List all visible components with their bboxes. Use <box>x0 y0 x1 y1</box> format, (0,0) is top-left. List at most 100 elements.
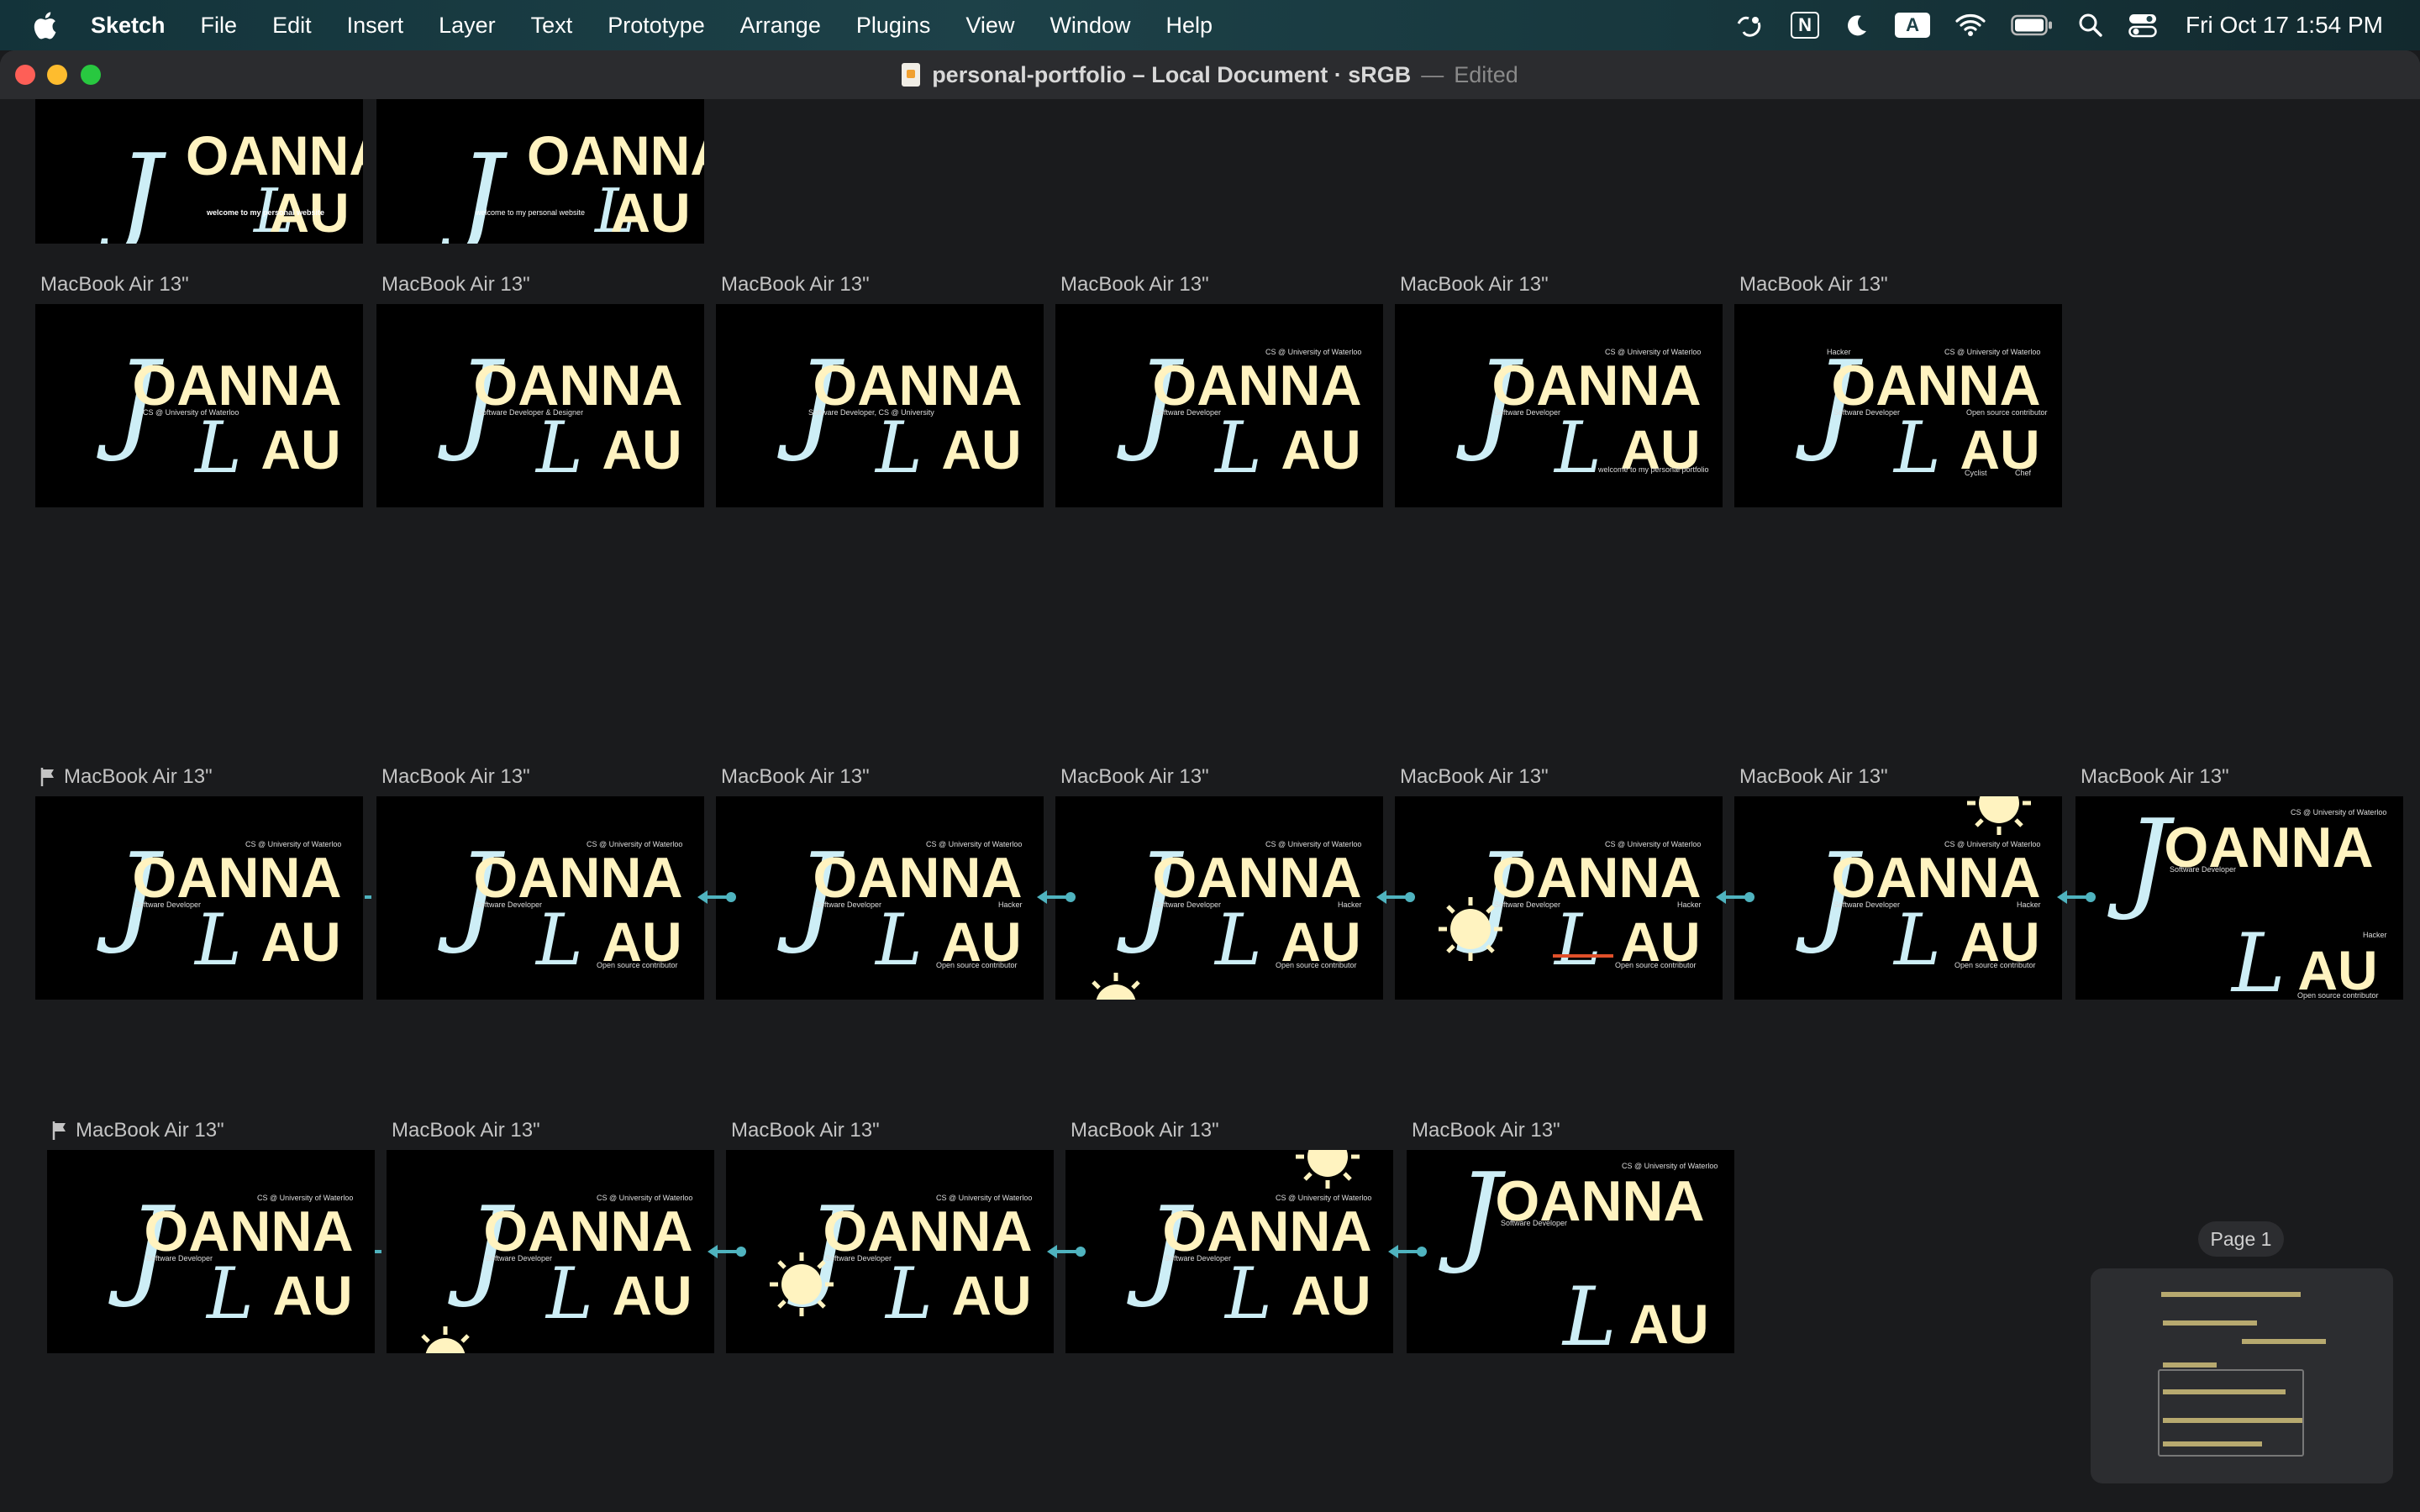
canvas-minimap[interactable] <box>2091 1268 2393 1483</box>
artboard-design: J OANNA L AU CS @ University of Waterloo… <box>1456 337 1709 489</box>
artboard-title: MacBook Air 13" <box>721 273 870 296</box>
design-subtitle: CS @ University of Waterloo <box>143 408 239 417</box>
keyboard-input-icon[interactable]: A <box>1895 13 1931 38</box>
artboard-frame[interactable]: J OANNA L AU Software Developer, CS @ Un… <box>716 304 1044 507</box>
artboard-frame[interactable]: J OANNA L AU CS @ University of Waterloo… <box>47 1150 375 1353</box>
prototype-link[interactable] <box>375 1250 381 1253</box>
artboard-frame[interactable]: J OANNA L AU CS @ University of Waterloo… <box>1395 304 1723 507</box>
minimap-row <box>2161 1292 2301 1297</box>
artboard-frame[interactable]: J OANNA L AU CS @ University of Waterloo… <box>1734 796 2062 1000</box>
artboard-frame[interactable]: OANNA J L AU welcome to my personal webs… <box>35 99 363 244</box>
menu-layer[interactable]: Layer <box>439 13 496 39</box>
artboard-frame[interactable]: J OANNA L AU CS @ University of Waterloo… <box>1395 796 1723 1000</box>
design-letter-j: J <box>99 130 167 244</box>
menu-app-sketch[interactable]: Sketch <box>91 13 166 39</box>
design-tag-cs: CS @ University of Waterloo <box>1265 348 1361 356</box>
artboard-frame[interactable]: J OANNA L AU Hacker CS @ University of W… <box>1734 304 2062 507</box>
artboard-label[interactable]: MacBook Air 13" <box>1071 1118 1219 1143</box>
artboard-label[interactable]: MacBook Air 13" <box>731 1118 880 1143</box>
menu-prototype[interactable]: Prototype <box>608 13 705 39</box>
design-subtitle: welcome to my personal website <box>475 208 585 217</box>
search-icon[interactable] <box>2078 13 2103 38</box>
menu-file[interactable]: File <box>201 13 238 39</box>
menu-help[interactable]: Help <box>1165 13 1213 39</box>
artboard-frame[interactable]: J OANNA L AU CS @ University of Waterloo… <box>387 1150 714 1353</box>
design-tag-welcome: welcome to my personal portfolio <box>1597 465 1709 474</box>
link-handle[interactable] <box>1417 1247 1427 1257</box>
design-subtitle: Software Developer <box>1833 900 1900 909</box>
menu-edit[interactable]: Edit <box>272 13 312 39</box>
sketch-canvas[interactable]: OANNA J L AU welcome to my personal webs… <box>0 99 2420 1512</box>
artboard-label[interactable]: MacBook Air 13" <box>40 272 189 297</box>
artboard-label[interactable]: MacBook Air 13" <box>381 272 530 297</box>
moon-icon[interactable] <box>1844 13 1870 38</box>
artboard-label[interactable]: MacBook Air 13" <box>1060 272 1209 297</box>
wifi-icon[interactable] <box>1955 13 1986 37</box>
design-letter-l: L <box>1561 1270 1617 1353</box>
artboard-label[interactable]: MacBook Air 13" <box>1739 272 1888 297</box>
artboard-label[interactable]: MacBook Air 13" <box>1400 272 1549 297</box>
menu-view[interactable]: View <box>965 13 1014 39</box>
artboard-label[interactable]: MacBook Air 13" <box>721 764 870 790</box>
artboard-frame[interactable]: J OANNA L AU CS @ University of Waterloo… <box>716 796 1044 1000</box>
design-letter-l: L <box>1553 899 1602 981</box>
design-letter-l: L <box>205 1252 254 1335</box>
menu-clock[interactable]: Fri Oct 17 1:54 PM <box>2186 12 2383 39</box>
design-tag-cs: CS @ University of Waterloo <box>587 840 682 848</box>
artboard-label[interactable]: MacBook Air 13" <box>1739 764 1888 790</box>
artboard-label[interactable]: MacBook Air 13" <box>1412 1118 1560 1143</box>
link-handle[interactable] <box>726 892 736 902</box>
artboard-frame[interactable]: J OANNA L AU CS @ University of Waterloo… <box>1407 1150 1734 1353</box>
artboard-frame[interactable]: J OANNA L AU CS @ University of Waterloo… <box>2075 796 2403 1000</box>
link-handle[interactable] <box>1744 892 1754 902</box>
menu-plugins[interactable]: Plugins <box>856 13 931 39</box>
link-line <box>1045 895 1067 899</box>
artboard-label[interactable]: MacBook Air 13" <box>40 764 213 790</box>
artboard-label[interactable]: MacBook Air 13" <box>721 272 870 297</box>
minimap-viewport[interactable] <box>2158 1369 2304 1457</box>
page-selector[interactable]: Page 1 <box>2198 1221 2284 1257</box>
apple-icon[interactable] <box>32 10 57 40</box>
artboard-label[interactable]: MacBook Air 13" <box>2081 764 2229 790</box>
artboard-frame[interactable]: OANNA J L AU welcome to my personal webs… <box>376 99 704 244</box>
link-handle[interactable] <box>736 1247 746 1257</box>
title-bar[interactable]: personal-portfolio – Local Document · sR… <box>0 50 2420 100</box>
control-center-icon[interactable] <box>2128 13 2157 38</box>
prototype-link[interactable] <box>365 895 371 899</box>
artboard-frame[interactable]: J OANNA L AU CS @ University of Waterloo… <box>1055 796 1383 1000</box>
link-handle[interactable] <box>2086 892 2096 902</box>
artboard-frame[interactable]: J OANNA L AU CS @ University of Waterloo <box>35 304 363 507</box>
artboard-label[interactable]: MacBook Air 13" <box>52 1118 224 1143</box>
link-handle[interactable] <box>1065 892 1076 902</box>
artboard-label[interactable]: MacBook Air 13" <box>392 1118 540 1143</box>
link-line <box>716 1250 738 1253</box>
artboard-frame[interactable]: J OANNA L AU Software Developer & Design… <box>376 304 704 507</box>
menu-items: Sketch File Edit Insert Layer Text Proto… <box>91 0 1248 50</box>
artboard-frame[interactable]: J OANNA L AU CS @ University of Waterloo… <box>35 796 363 1000</box>
link-handle[interactable] <box>1076 1247 1086 1257</box>
menu-insert[interactable]: Insert <box>347 13 404 39</box>
artboard-design: J OANNA L AU CS @ University of Waterloo… <box>1127 1150 1372 1335</box>
menu-window[interactable]: Window <box>1050 13 1130 39</box>
artboard-frame[interactable]: J OANNA L AU CS @ University of Waterloo… <box>376 796 704 1000</box>
dropbox-icon[interactable] <box>1735 12 1765 39</box>
artboard-frame[interactable]: J OANNA L AU CS @ University of Waterloo… <box>1055 304 1383 507</box>
artboard-frame[interactable]: J OANNA L AU CS @ University of Waterloo… <box>1065 1150 1393 1353</box>
design-letter-l: L <box>544 1252 593 1335</box>
menu-text[interactable]: Text <box>531 13 573 39</box>
link-handle[interactable] <box>1405 892 1415 902</box>
flow-start-flag-icon[interactable] <box>52 1121 67 1140</box>
battery-icon[interactable] <box>2011 14 2053 36</box>
menu-arrange[interactable]: Arrange <box>740 13 821 39</box>
notion-icon[interactable]: N <box>1791 12 1820 39</box>
artboard-title: MacBook Air 13" <box>381 273 530 296</box>
artboard-label[interactable]: MacBook Air 13" <box>1060 764 1209 790</box>
artboard-frame[interactable]: J OANNA L AU CS @ University of Waterloo… <box>726 1150 1054 1353</box>
flow-start-flag-icon[interactable] <box>40 768 55 786</box>
artboard-label[interactable]: MacBook Air 13" <box>381 764 530 790</box>
artboard-label[interactable]: MacBook Air 13" <box>1400 764 1549 790</box>
design-subtitle: Software Developer <box>1501 1219 1567 1227</box>
design-subtitle: Software Developer <box>146 1254 213 1263</box>
design-last-name: AU <box>602 418 681 480</box>
link-line <box>1385 895 1407 899</box>
